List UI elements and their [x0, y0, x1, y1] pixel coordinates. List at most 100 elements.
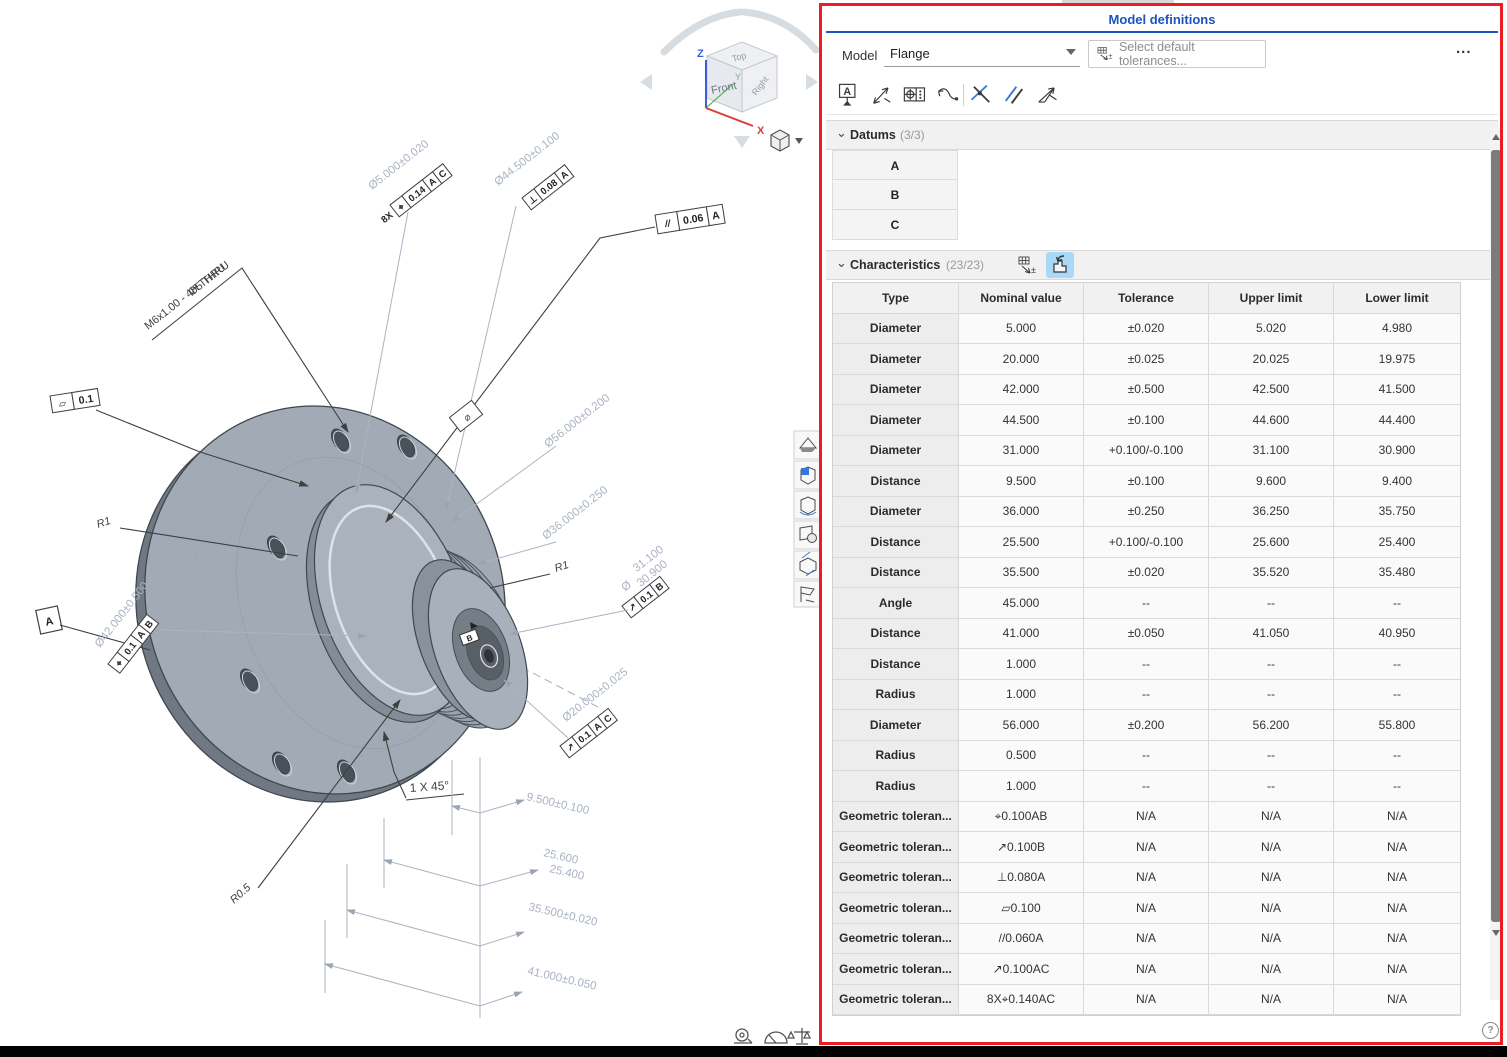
tape-measure-tool[interactable]	[734, 1029, 752, 1043]
cell-type[interactable]: Distance	[833, 619, 959, 650]
cell-nominal[interactable]: 35.500	[959, 558, 1084, 589]
cell-upper[interactable]: 42.500	[1209, 375, 1334, 406]
view-cube[interactable]: Top Front Right Z Y X	[640, 12, 818, 151]
cell-type[interactable]: Geometric toleran...	[833, 832, 959, 863]
cell-tolerance[interactable]: ±0.200	[1084, 710, 1209, 741]
cell-type[interactable]: Geometric toleran...	[833, 863, 959, 894]
cell-nominal[interactable]: //0.060A	[959, 924, 1084, 955]
cell-upper[interactable]: N/A	[1209, 863, 1334, 894]
flange-part[interactable]: B	[82, 355, 598, 853]
cell-upper[interactable]: 56.200	[1209, 710, 1334, 741]
cell-tolerance[interactable]: +0.100/-0.100	[1084, 527, 1209, 558]
cell-tolerance[interactable]: +0.100/-0.100	[1084, 436, 1209, 467]
cell-tolerance[interactable]: N/A	[1084, 893, 1209, 924]
cell-tolerance[interactable]: ±0.020	[1084, 314, 1209, 345]
fcf-perpendicularity[interactable]: Ø44.500±0.100 ⊥ 0.08 A	[446, 130, 574, 510]
cell-nominal[interactable]: 25.500	[959, 527, 1084, 558]
cell-upper[interactable]: 5.020	[1209, 314, 1334, 345]
cell-lower[interactable]: N/A	[1334, 954, 1460, 985]
cell-lower[interactable]: 30.900	[1334, 436, 1460, 467]
cell-upper[interactable]: N/A	[1209, 802, 1334, 833]
cell-lower[interactable]: N/A	[1334, 802, 1460, 833]
datum-tool-button[interactable]: A	[836, 82, 862, 108]
cell-nominal[interactable]: 31.000	[959, 436, 1084, 467]
cell-nominal[interactable]: 45.000	[959, 588, 1084, 619]
cell-nominal[interactable]: 36.000	[959, 497, 1084, 528]
cell-tolerance[interactable]: ±0.050	[1084, 619, 1209, 650]
cell-lower[interactable]: N/A	[1334, 863, 1460, 894]
cell-nominal[interactable]: ↗0.100B	[959, 832, 1084, 863]
cell-type[interactable]: Geometric toleran...	[833, 985, 959, 1016]
cell-lower[interactable]: 4.980	[1334, 314, 1460, 345]
cell-type[interactable]: Diameter	[833, 710, 959, 741]
apply-tolerances-button[interactable]: ±	[1016, 254, 1040, 278]
scrollbar-thumb[interactable]	[1491, 150, 1501, 922]
scale-tool[interactable]	[788, 1028, 810, 1044]
cell-tolerance[interactable]: N/A	[1084, 863, 1209, 894]
cell-type[interactable]: Geometric toleran...	[833, 954, 959, 985]
collapse-chevron-icon[interactable]: ⌄	[836, 125, 847, 141]
pan-left-arrow[interactable]	[640, 74, 652, 90]
cell-type[interactable]: Radius	[833, 680, 959, 711]
cell-lower[interactable]: 44.400	[1334, 405, 1460, 436]
cell-tolerance[interactable]: ±0.500	[1084, 375, 1209, 406]
fcf-runout-31[interactable]: 31.100 30.900 Ø ↗ 0.1 B	[510, 544, 675, 634]
overflow-menu-button[interactable]: ...	[1456, 40, 1472, 57]
cell-lower[interactable]: --	[1334, 588, 1460, 619]
panel-scrollbar[interactable]	[1490, 128, 1502, 1000]
cell-upper[interactable]: 31.100	[1209, 436, 1334, 467]
annotation-plane-button[interactable]	[794, 581, 821, 607]
cell-nominal[interactable]: 1.000	[959, 649, 1084, 680]
cell-tolerance[interactable]: ±0.100	[1084, 466, 1209, 497]
cell-lower[interactable]: 35.750	[1334, 497, 1460, 528]
scroll-up-icon[interactable]	[1492, 134, 1500, 140]
cell-type[interactable]: Geometric toleran...	[833, 893, 959, 924]
dim-dia36[interactable]: Ø36.000±0.250	[478, 484, 610, 564]
cell-upper[interactable]: N/A	[1209, 924, 1334, 955]
cell-tolerance[interactable]: ±0.250	[1084, 497, 1209, 528]
cell-tolerance[interactable]: --	[1084, 649, 1209, 680]
cell-upper[interactable]: --	[1209, 588, 1334, 619]
cell-tolerance[interactable]: N/A	[1084, 985, 1209, 1016]
datum-row-c[interactable]: C	[832, 210, 958, 240]
cell-upper[interactable]: --	[1209, 771, 1334, 802]
dimension-tool-button[interactable]	[869, 82, 895, 108]
cell-tolerance[interactable]: ±0.020	[1084, 558, 1209, 589]
cell-nominal[interactable]: 41.000	[959, 619, 1084, 650]
cell-upper[interactable]: 9.600	[1209, 466, 1334, 497]
cell-type[interactable]: Diameter	[833, 314, 959, 345]
cell-tolerance[interactable]: N/A	[1084, 924, 1209, 955]
cell-lower[interactable]: 9.400	[1334, 466, 1460, 497]
fcf-tool-button[interactable]	[902, 82, 928, 108]
cell-type[interactable]: Geometric toleran...	[833, 802, 959, 833]
rotate-right-arrow[interactable]	[744, 12, 816, 50]
cell-lower[interactable]: N/A	[1334, 985, 1460, 1016]
view-options-button[interactable]	[771, 130, 803, 151]
cell-type[interactable]: Distance	[833, 558, 959, 589]
cell-upper[interactable]: 35.520	[1209, 558, 1334, 589]
cell-nominal[interactable]: ↗0.100AC	[959, 954, 1084, 985]
help-button[interactable]: ?	[1482, 1022, 1499, 1039]
cell-lower[interactable]: 19.975	[1334, 344, 1460, 375]
cell-nominal[interactable]: 9.500	[959, 466, 1084, 497]
cell-nominal[interactable]: 1.000	[959, 771, 1084, 802]
cell-nominal[interactable]: ▱0.100	[959, 893, 1084, 924]
cell-upper[interactable]: 41.050	[1209, 619, 1334, 650]
cell-lower[interactable]: --	[1334, 771, 1460, 802]
cell-lower[interactable]: 40.950	[1334, 619, 1460, 650]
cell-lower[interactable]: N/A	[1334, 924, 1460, 955]
cell-upper[interactable]: 36.250	[1209, 497, 1334, 528]
cell-nominal[interactable]: 5.000	[959, 314, 1084, 345]
collapse-chevron-icon[interactable]: ⌄	[836, 255, 847, 271]
cell-type[interactable]: Radius	[833, 771, 959, 802]
cell-nominal[interactable]: 42.000	[959, 375, 1084, 406]
model-select[interactable]: Flange	[884, 42, 1080, 67]
camera-view-button[interactable]	[794, 521, 821, 549]
parallel-tool-button[interactable]	[1001, 82, 1027, 108]
cell-type[interactable]: Distance	[833, 466, 959, 497]
cell-tolerance[interactable]: --	[1084, 771, 1209, 802]
cell-upper[interactable]: --	[1209, 680, 1334, 711]
cell-nominal[interactable]: 8X⌖0.140AC	[959, 985, 1084, 1016]
cell-type[interactable]: Radius	[833, 741, 959, 772]
cell-type[interactable]: Angle	[833, 588, 959, 619]
